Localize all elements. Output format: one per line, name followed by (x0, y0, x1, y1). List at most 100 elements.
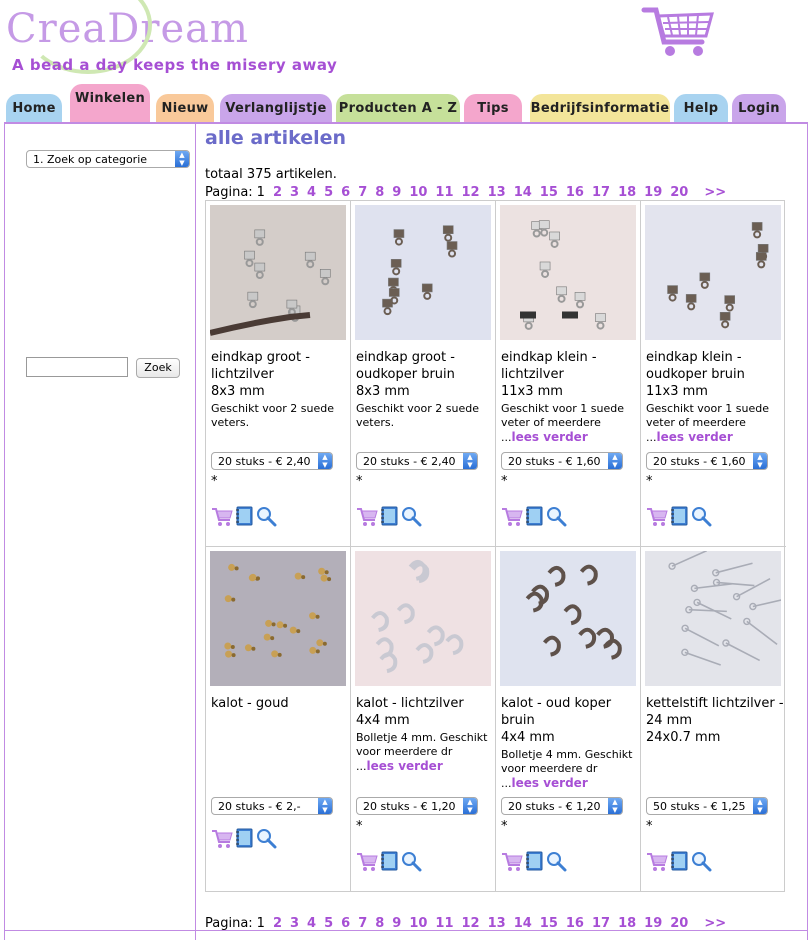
notebook-icon[interactable] (233, 505, 255, 527)
tab-producten-a-z[interactable]: Producten A - Z (336, 94, 460, 122)
page-link[interactable]: 6 (341, 185, 350, 200)
magnifier-icon[interactable] (400, 850, 422, 872)
page-link[interactable]: 10 (409, 185, 427, 200)
tab-bedrijfsinformatie[interactable]: Bedrijfsinformatie (530, 94, 670, 122)
product-name[interactable]: kalot - oud koper bruin (501, 695, 639, 729)
magnifier-icon[interactable] (545, 505, 567, 527)
page-link[interactable]: >> (704, 185, 726, 200)
page-link[interactable]: 18 (618, 916, 636, 931)
notebook-icon[interactable] (378, 505, 400, 527)
product-name[interactable]: kettelstift lichtzilver - 24 mm (646, 695, 784, 729)
product-title[interactable]: eindkap klein - lichtzilver 11x3 mm (501, 349, 639, 400)
quantity-price-select[interactable]: 20 stuks - € 2,40 ▲ ▼ (211, 452, 333, 470)
product-image[interactable] (645, 205, 781, 340)
page-link[interactable]: 17 (592, 916, 610, 931)
magnifier-icon[interactable] (545, 850, 567, 872)
quantity-price-select[interactable]: 20 stuks - € 1,20 ▲ ▼ (356, 797, 478, 815)
page-link[interactable]: 9 (392, 916, 401, 931)
page-link[interactable]: 14 (514, 916, 532, 931)
page-link[interactable]: 5 (324, 916, 333, 931)
page-link[interactable]: 11 (435, 185, 453, 200)
product-title[interactable]: kalot - goud (211, 695, 349, 712)
page-link[interactable]: 2 (273, 916, 282, 931)
category-select[interactable]: 1. Zoek op categorie ▲ ▼ (26, 150, 190, 168)
tab-nieuw[interactable]: Nieuw (156, 94, 214, 122)
product-image[interactable] (210, 551, 346, 686)
page-link[interactable]: 3 (290, 916, 299, 931)
product-image[interactable] (210, 205, 346, 340)
product-name[interactable]: eindkap klein - oudkoper bruin (646, 349, 784, 383)
cart-icon[interactable] (211, 505, 233, 527)
quantity-price-select[interactable]: 20 stuks - € 1,60 ▲ ▼ (501, 452, 623, 470)
notebook-icon[interactable] (378, 850, 400, 872)
product-title[interactable]: kalot - lichtzilver 4x4 mm (356, 695, 494, 729)
cart-icon[interactable] (501, 850, 523, 872)
cart-icon[interactable] (356, 850, 378, 872)
page-link[interactable]: 7 (358, 185, 367, 200)
page-link[interactable]: 15 (540, 185, 558, 200)
page-link[interactable]: 16 (566, 916, 584, 931)
page-link[interactable]: 13 (488, 185, 506, 200)
tab-tips[interactable]: Tips (464, 94, 522, 122)
page-link[interactable]: 6 (341, 916, 350, 931)
read-more-link[interactable]: lees verder (512, 430, 588, 444)
magnifier-icon[interactable] (690, 850, 712, 872)
page-link[interactable]: 7 (358, 916, 367, 931)
product-name[interactable]: kalot - goud (211, 695, 349, 712)
notebook-icon[interactable] (233, 827, 255, 849)
page-link[interactable]: 2 (273, 185, 282, 200)
quantity-price-select[interactable]: 50 stuks - € 1,25 ▲ ▼ (646, 797, 768, 815)
magnifier-icon[interactable] (255, 827, 277, 849)
tab-help[interactable]: Help (674, 94, 728, 122)
site-logo[interactable]: CreaDream (6, 0, 249, 74)
tab-verlanglijstje[interactable]: Verlanglijstje (220, 94, 332, 122)
read-more-link[interactable]: lees verder (657, 430, 733, 444)
product-image[interactable] (500, 205, 636, 340)
product-title[interactable]: eindkap klein - oudkoper bruin 11x3 mm (646, 349, 784, 400)
page-link[interactable]: 18 (618, 185, 636, 200)
shopping-cart-icon[interactable] (638, 4, 718, 60)
page-link[interactable]: 10 (409, 916, 427, 931)
page-link[interactable]: 4 (307, 916, 316, 931)
product-image[interactable] (645, 551, 781, 686)
page-link[interactable]: 14 (514, 185, 532, 200)
product-title[interactable]: kalot - oud koper bruin 4x4 mm (501, 695, 639, 746)
read-more-link[interactable]: lees verder (512, 776, 588, 790)
cart-icon[interactable] (646, 850, 668, 872)
read-more-link[interactable]: lees verder (367, 759, 443, 773)
cart-icon[interactable] (646, 505, 668, 527)
page-link[interactable]: 15 (540, 916, 558, 931)
page-link[interactable]: 5 (324, 185, 333, 200)
product-image[interactable] (500, 551, 636, 686)
product-name[interactable]: eindkap groot - lichtzilver (211, 349, 349, 383)
notebook-icon[interactable] (668, 505, 690, 527)
page-link[interactable]: 17 (592, 185, 610, 200)
cart-icon[interactable] (356, 505, 378, 527)
product-title[interactable]: kettelstift lichtzilver - 24 mm 24x0.7 mm (646, 695, 784, 746)
page-link[interactable]: 13 (488, 916, 506, 931)
search-button[interactable]: Zoek (136, 358, 180, 378)
notebook-icon[interactable] (668, 850, 690, 872)
cart-icon[interactable] (211, 827, 233, 849)
magnifier-icon[interactable] (255, 505, 277, 527)
page-link[interactable]: 8 (375, 916, 384, 931)
quantity-price-select[interactable]: 20 stuks - € 2,- ▲ ▼ (211, 797, 333, 815)
page-link[interactable]: 4 (307, 185, 316, 200)
notebook-icon[interactable] (523, 850, 545, 872)
magnifier-icon[interactable] (400, 505, 422, 527)
page-link[interactable]: 8 (375, 185, 384, 200)
magnifier-icon[interactable] (690, 505, 712, 527)
page-link[interactable]: 19 (644, 916, 662, 931)
page-link[interactable]: 3 (290, 185, 299, 200)
page-link[interactable]: 16 (566, 185, 584, 200)
page-link[interactable]: 12 (462, 916, 480, 931)
quantity-price-select[interactable]: 20 stuks - € 1,20 ▲ ▼ (501, 797, 623, 815)
page-link[interactable]: 11 (435, 916, 453, 931)
page-link[interactable]: 20 (670, 916, 688, 931)
page-link[interactable]: 12 (462, 185, 480, 200)
search-input[interactable] (26, 357, 128, 377)
cart-icon[interactable] (501, 505, 523, 527)
tab-home[interactable]: Home (6, 94, 62, 122)
product-title[interactable]: eindkap groot - oudkoper bruin 8x3 mm (356, 349, 494, 400)
page-link[interactable]: 20 (670, 185, 688, 200)
